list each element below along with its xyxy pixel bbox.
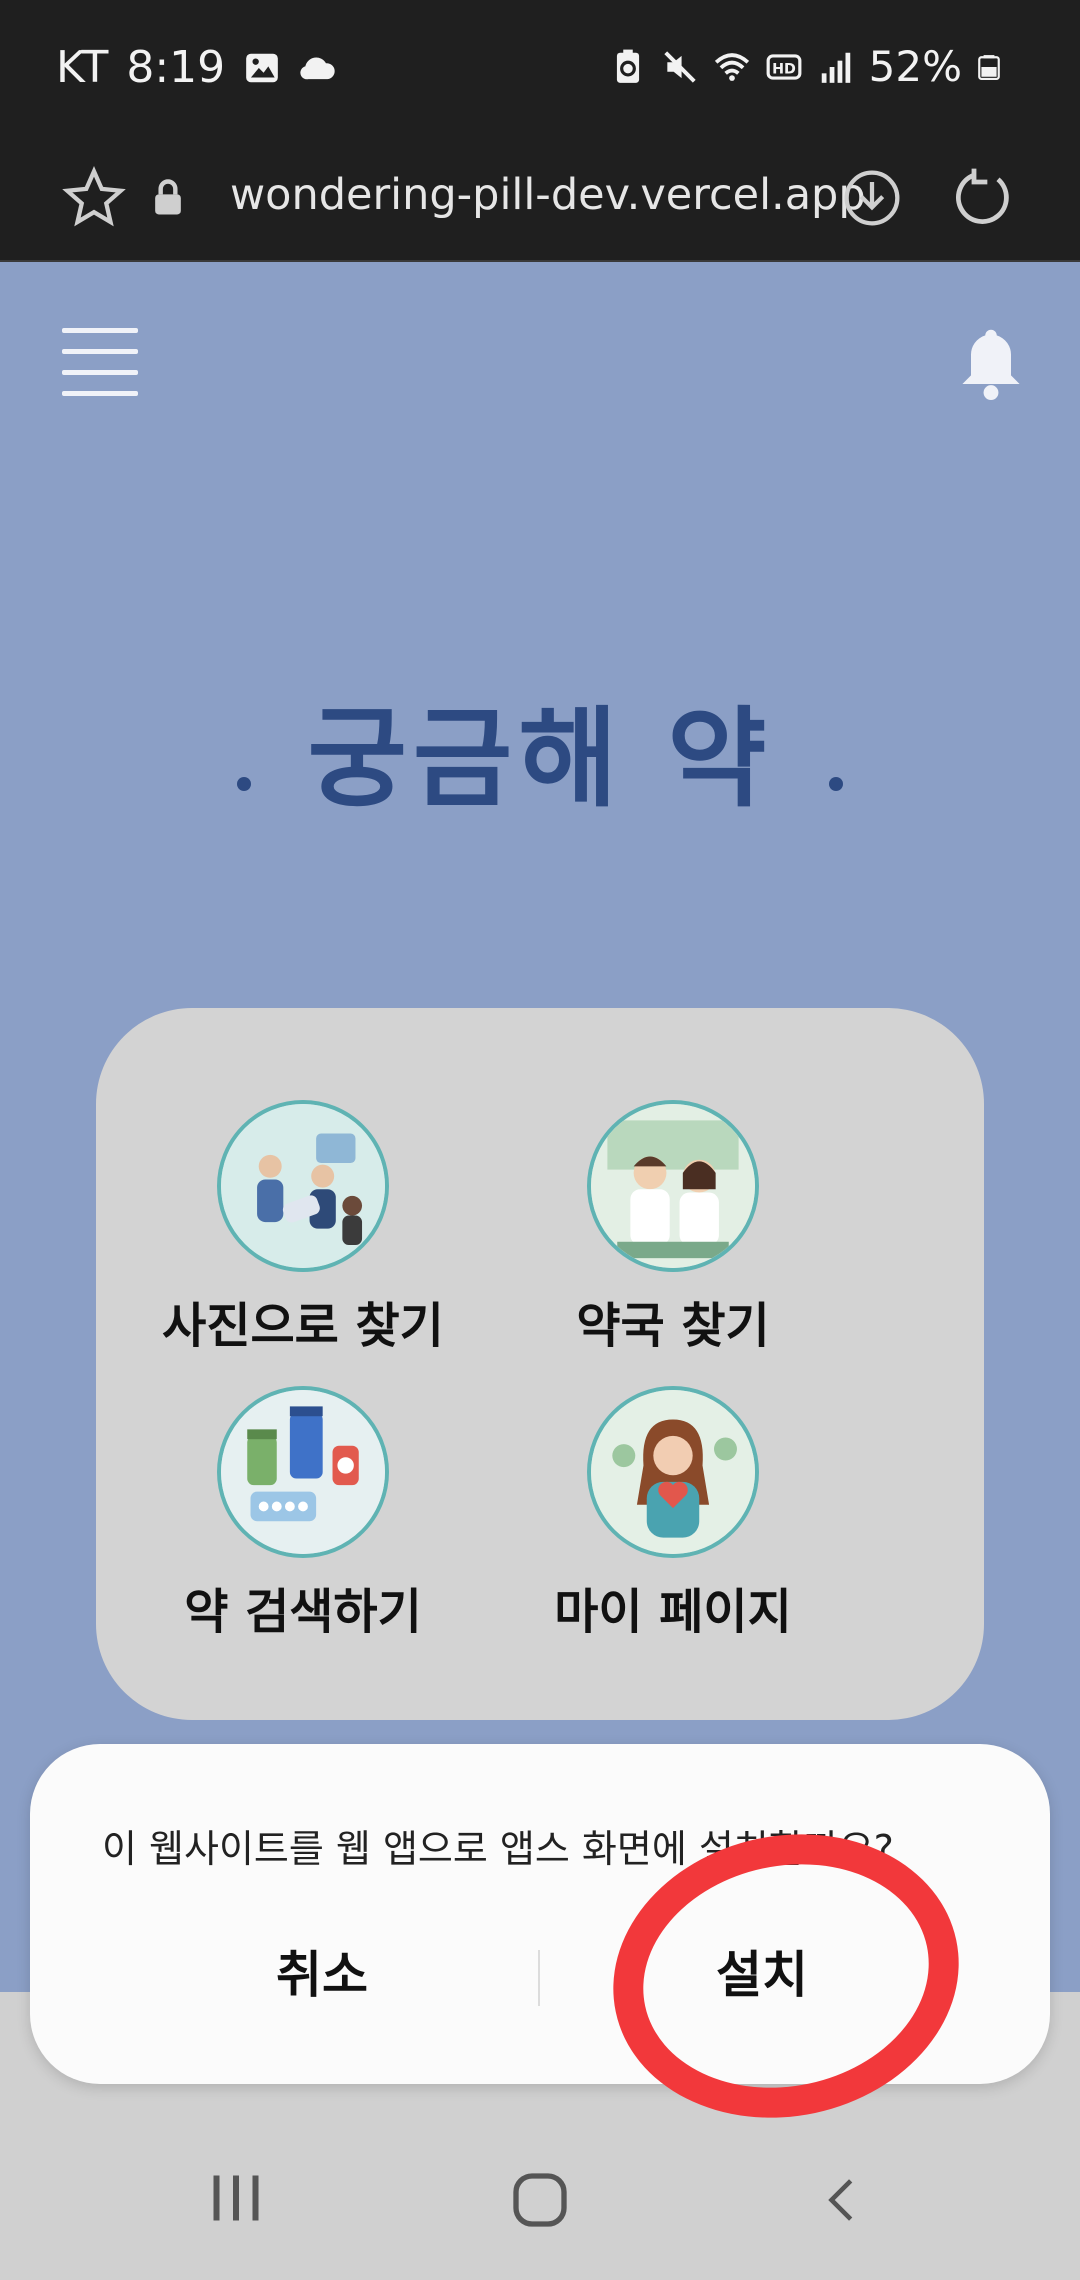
hamburger-menu-icon[interactable]: [62, 328, 138, 396]
logo-dot-left: [237, 776, 252, 791]
download-icon[interactable]: [840, 166, 904, 230]
wifi-icon: [714, 52, 749, 81]
pharmacists-illustration: [587, 1100, 759, 1272]
bell-icon[interactable]: [956, 324, 1026, 404]
star-icon[interactable]: [62, 166, 126, 230]
menu-label-find-pharmacy: 약국 찾기: [576, 1298, 770, 1354]
url-text[interactable]: wondering-pill-dev.vercel.app: [230, 170, 866, 220]
clock: 8:19: [126, 42, 226, 93]
medicine-bottles-illustration: [217, 1386, 389, 1558]
signal-icon: [821, 52, 850, 83]
menu-label-search-medicine: 약 검색하기: [184, 1584, 422, 1640]
menu-item-photo-search[interactable]: 사진으로 찾기: [138, 1100, 468, 1356]
back-icon[interactable]: [820, 2170, 866, 2230]
web-page: 궁금해 약 사진으로 찾기 약국 찾기 약 검색하기 마이 페이지: [0, 262, 1080, 1992]
browser-address-bar: wondering-pill-dev.vercel.app: [0, 142, 1080, 262]
recent-apps-icon[interactable]: [206, 2168, 266, 2228]
logo-title: 궁금해 약: [307, 697, 773, 822]
battery-icon: [978, 54, 1000, 80]
menu-item-search-medicine[interactable]: 약 검색하기: [138, 1386, 468, 1642]
image-icon: [246, 53, 278, 82]
android-navigation-bar: [0, 2120, 1080, 2280]
dialog-divider: [538, 1950, 540, 2006]
home-icon[interactable]: [508, 2168, 572, 2232]
reload-icon[interactable]: [950, 166, 1014, 230]
menu-card: 사진으로 찾기 약국 찾기 약 검색하기 마이 페이지: [96, 1008, 984, 1720]
menu-item-find-pharmacy[interactable]: 약국 찾기: [508, 1100, 838, 1356]
carrier-label: KT: [56, 42, 109, 93]
battery-percentage: 52%: [868, 42, 962, 91]
logo-dot-right: [828, 776, 843, 791]
mute-icon: [663, 50, 696, 83]
hd-icon: HD: [766, 53, 802, 80]
menu-label-my-page: 마이 페이지: [554, 1584, 792, 1640]
cloud-icon: [300, 57, 335, 79]
battery-saver-icon: [616, 49, 639, 83]
lock-icon: [155, 179, 181, 215]
menu-label-photo-search: 사진으로 찾기: [162, 1298, 444, 1354]
app-logo: 궁금해 약: [0, 672, 1080, 828]
svg-text:HD: HD: [772, 61, 796, 77]
people-with-pills-illustration: [217, 1100, 389, 1272]
woman-heart-illustration: [587, 1386, 759, 1558]
status-left: KT 8:19: [56, 42, 337, 93]
cancel-button[interactable]: 취소: [270, 1934, 374, 2008]
status-bar: KT 8:19 HD 52%: [0, 0, 1080, 142]
menu-item-my-page[interactable]: 마이 페이지: [508, 1386, 838, 1642]
status-right: HD 52%: [609, 42, 1002, 91]
